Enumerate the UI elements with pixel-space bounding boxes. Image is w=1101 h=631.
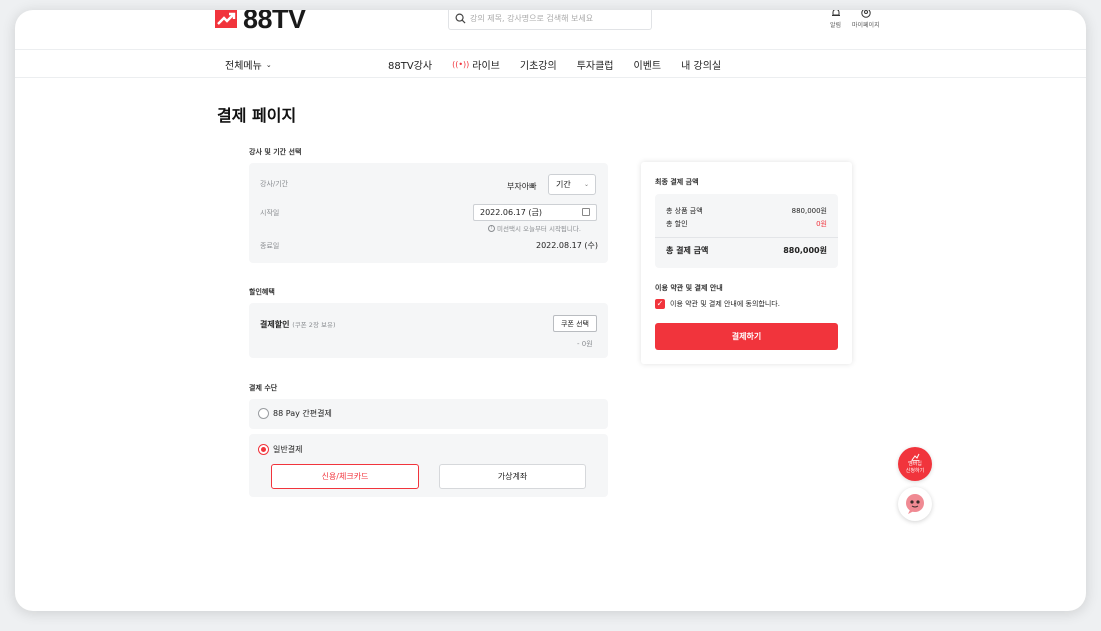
- pay-button[interactable]: 결제하기: [655, 323, 838, 350]
- terms-checkbox[interactable]: ✓: [655, 299, 665, 309]
- course-box: 강사/기간 부자아빠 기간 ⌄ 시작일 2022.06.17 (금) ! 미선택…: [249, 163, 608, 263]
- page-title: 결제 페이지: [217, 106, 297, 125]
- chevron-down-icon: ⌄: [265, 60, 272, 69]
- main-nav: 88TV강사 ((•)) 라이브 기초강의 투자클럽 이벤트 내 강의실: [388, 57, 721, 72]
- easy-pay-option[interactable]: 88 Pay 간편결제: [258, 408, 332, 419]
- terms-agree-label: 이용 약관 및 결제 안내에 동의합니다.: [670, 300, 780, 308]
- alarm-label: 알림: [830, 22, 842, 29]
- start-date-value: 2022.06.17 (금): [480, 208, 542, 217]
- virtual-account-button[interactable]: 가상계좌: [439, 464, 586, 489]
- all-menu-label: 전체메뉴: [225, 61, 262, 72]
- mypage-button[interactable]: 마이페이지: [852, 10, 880, 29]
- discount-box: 결제할인 (쿠폰 2장 보유) 쿠폰 선택 - 0원: [249, 303, 608, 358]
- coupon-select-button[interactable]: 쿠폰 선택: [553, 315, 597, 332]
- search-input[interactable]: [470, 14, 640, 23]
- start-date-note: ! 미선택시 오늘부터 시작됩니다.: [488, 223, 581, 233]
- mypage-label: 마이페이지: [852, 22, 880, 29]
- payment-method-label: 결제 수단: [249, 384, 278, 392]
- alarm-button[interactable]: 알림: [830, 10, 841, 29]
- terms-title: 이용 약관 및 결제 안내: [655, 284, 723, 292]
- nav-item-events[interactable]: 이벤트: [634, 57, 662, 72]
- search-icon[interactable]: [455, 13, 466, 24]
- discount-amount: - 0원: [577, 340, 593, 348]
- membership-label-1: 멤버십: [908, 461, 922, 467]
- total-amount-row: 총 결제 금액 880,000원: [666, 246, 827, 255]
- credit-card-button[interactable]: 신용/체크카드: [271, 464, 419, 489]
- start-date-label: 시작일: [260, 209, 280, 217]
- start-date-picker[interactable]: 2022.06.17 (금): [473, 204, 597, 221]
- end-date-label: 종료일: [260, 242, 280, 250]
- easy-pay-box: 88 Pay 간편결제: [249, 399, 608, 429]
- payment-summary-card: 최종 결제 금액 총 상품 금액 880,000원 총 할인 0원 총 결제 금…: [641, 162, 852, 364]
- chatbot-icon: [906, 494, 924, 514]
- summary-title: 최종 결제 금액: [655, 178, 699, 186]
- all-menu-button[interactable]: 전체메뉴 ⌄: [225, 57, 272, 73]
- user-icon: [861, 10, 871, 18]
- general-pay-box: 일반결제 신용/체크카드 가상계좌: [249, 434, 608, 497]
- chevron-down-icon: ⌄: [583, 181, 589, 188]
- live-icon: ((•)): [452, 60, 470, 69]
- discount-label: 결제할인 (쿠폰 2장 보유): [260, 320, 336, 329]
- info-icon: !: [488, 224, 495, 232]
- summary-divider: [655, 237, 838, 238]
- nav-item-investment-club[interactable]: 투자클럽: [577, 57, 614, 72]
- membership-label-2: 신청하기: [905, 468, 925, 474]
- search-bar[interactable]: [448, 10, 652, 30]
- membership-button[interactable]: 멤버십 신청하기: [898, 447, 932, 481]
- product-amount-row: 총 상품 금액 880,000원: [666, 207, 827, 215]
- instructor-label: 강사/기간: [260, 180, 289, 188]
- course-section-label: 강사 및 기간 선택: [249, 148, 302, 156]
- chatbot-button[interactable]: [898, 487, 932, 521]
- coupon-info: (쿠폰 2장 보유): [292, 321, 336, 329]
- discount-section-label: 할인혜택: [249, 288, 275, 296]
- header-divider: [15, 49, 1086, 50]
- chart-icon: [911, 453, 919, 461]
- general-pay-radio[interactable]: [258, 444, 269, 455]
- calendar-icon[interactable]: [582, 208, 590, 216]
- general-pay-option[interactable]: 일반결제: [258, 444, 302, 455]
- nav-divider: [15, 77, 1086, 78]
- nav-item-instructors[interactable]: 88TV강사: [388, 57, 432, 72]
- logo-mark-icon: [215, 10, 237, 28]
- summary-amount-box: 총 상품 금액 880,000원 총 할인 0원 총 결제 금액 880,000…: [655, 194, 838, 268]
- terms-agree-row[interactable]: ✓ 이용 약관 및 결제 안내에 동의합니다.: [655, 299, 780, 309]
- logo-text: 88TV: [243, 10, 306, 34]
- nav-item-my-classroom[interactable]: 내 강의실: [681, 57, 721, 72]
- instructor-name: 부자아빠: [507, 182, 537, 191]
- easy-pay-radio[interactable]: [258, 408, 269, 419]
- nav-item-live[interactable]: ((•)) 라이브: [452, 57, 500, 72]
- browser-window: 88TV 알림 마이페이지 전체메뉴 ⌄ 88TV강사 ((•))라이브 기초강…: [15, 10, 1086, 611]
- period-select[interactable]: 기간 ⌄: [548, 174, 596, 195]
- discount-amount-row: 총 할인 0원: [666, 220, 827, 228]
- nav-item-basic-lectures[interactable]: 기초강의: [520, 57, 557, 72]
- end-date-value: 2022.08.17 (수): [536, 241, 598, 250]
- logo[interactable]: 88TV: [215, 10, 306, 34]
- bell-icon: [831, 10, 840, 16]
